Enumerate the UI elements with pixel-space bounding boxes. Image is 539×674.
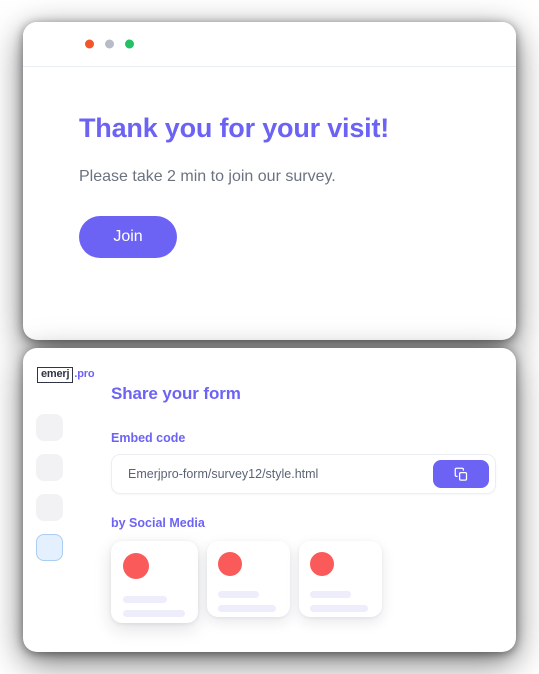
close-dot[interactable] bbox=[85, 39, 94, 49]
app-sidebar bbox=[36, 414, 63, 561]
avatar-circle-icon bbox=[310, 552, 334, 576]
logo-mark-text: emerj bbox=[37, 367, 74, 383]
share-panel-content: Share your form Embed code by Social Med… bbox=[111, 384, 500, 623]
placeholder-line-short bbox=[218, 591, 259, 598]
social-card-2[interactable] bbox=[207, 541, 290, 617]
placeholder-line-short bbox=[310, 591, 351, 598]
sidebar-item-4[interactable] bbox=[36, 534, 63, 561]
copy-icon bbox=[454, 467, 469, 482]
screenshot-stage: Thank you for your visit! Please take 2 … bbox=[0, 0, 539, 674]
avatar-circle-icon bbox=[218, 552, 242, 576]
social-media-label: by Social Media bbox=[111, 516, 205, 530]
browser-preview-window: Thank you for your visit! Please take 2 … bbox=[23, 22, 516, 340]
logo-tld-text: .pro bbox=[74, 368, 95, 380]
placeholder-line-short bbox=[123, 596, 167, 603]
social-card-1[interactable] bbox=[111, 541, 198, 623]
brand-logo: emerj .pro bbox=[37, 367, 95, 383]
copy-embed-code-button[interactable] bbox=[433, 460, 489, 488]
maximize-dot[interactable] bbox=[125, 39, 134, 49]
avatar-circle-icon bbox=[123, 553, 149, 579]
preview-page-content: Thank you for your visit! Please take 2 … bbox=[23, 67, 516, 258]
placeholder-line-long bbox=[218, 605, 276, 612]
placeholder-line-long bbox=[123, 610, 185, 617]
page-subtitle: Please take 2 min to join our survey. bbox=[79, 168, 336, 186]
embed-code-input[interactable] bbox=[112, 467, 433, 481]
placeholder-line-long bbox=[310, 605, 368, 612]
window-traffic-lights bbox=[85, 39, 134, 49]
embed-code-label: Embed code bbox=[111, 431, 186, 445]
panel-title: Share your form bbox=[111, 384, 241, 403]
minimize-dot[interactable] bbox=[105, 39, 114, 49]
social-card-3[interactable] bbox=[299, 541, 382, 617]
share-form-window: emerj .pro Share your form Embed code Em… bbox=[23, 348, 516, 652]
sidebar-item-2[interactable] bbox=[36, 454, 63, 481]
sidebar-item-1[interactable] bbox=[36, 414, 63, 441]
page-title: Thank you for your visit! bbox=[79, 113, 390, 143]
join-button[interactable]: Join bbox=[79, 215, 177, 258]
embed-code-field-group bbox=[111, 454, 496, 494]
sidebar-item-3[interactable] bbox=[36, 494, 63, 521]
social-card-list bbox=[111, 541, 500, 623]
browser-title-bar bbox=[23, 22, 516, 67]
